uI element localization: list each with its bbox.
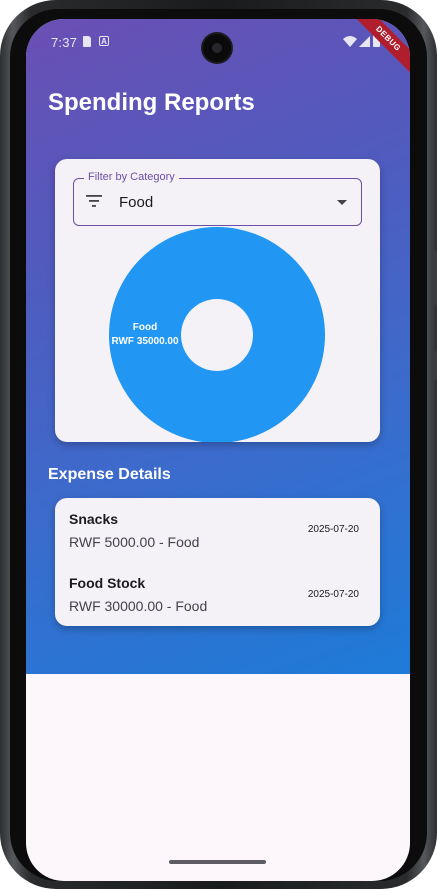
expense-details-heading: Expense Details (48, 466, 171, 483)
pie-slice-food (109, 227, 325, 442)
volume-button (433, 250, 437, 306)
accessibility-icon: A (99, 36, 109, 46)
donut-chart: Food RWF 35000.00 (109, 227, 325, 442)
page-title: Spending Reports (48, 89, 255, 116)
expense-subtitle: RWF 5000.00 - Food (69, 534, 200, 550)
expense-name: Food Stock (69, 575, 146, 591)
expense-list-card: Snacks RWF 5000.00 - Food 2025-07-20 Foo… (55, 498, 380, 626)
chart-card: Filter by Category Food Food RWF 35000.00 (55, 159, 380, 442)
status-bar: 7:37 A (26, 19, 410, 63)
status-time: 7:37 (51, 35, 78, 50)
app-screen: 7:37 A DEBUG Spending Reports Filter by … (26, 19, 410, 881)
wifi-icon (343, 36, 357, 47)
sd-card-icon (83, 36, 91, 47)
expense-date: 2025-07-20 (307, 589, 359, 600)
expense-name: Snacks (69, 511, 119, 527)
camera-cutout (203, 34, 231, 62)
phone-frame: 7:37 A DEBUG Spending Reports Filter by … (0, 0, 437, 889)
signal-icon (359, 36, 370, 47)
expense-date: 2025-07-20 (307, 524, 359, 535)
expense-subtitle: RWF 30000.00 - Food (69, 598, 208, 614)
power-button (433, 350, 437, 380)
list-item[interactable]: Food Stock RWF 30000.00 - Food 2025-07-2… (55, 562, 380, 626)
list-item[interactable]: Snacks RWF 5000.00 - Food 2025-07-20 (55, 498, 380, 562)
home-indicator (169, 860, 266, 864)
